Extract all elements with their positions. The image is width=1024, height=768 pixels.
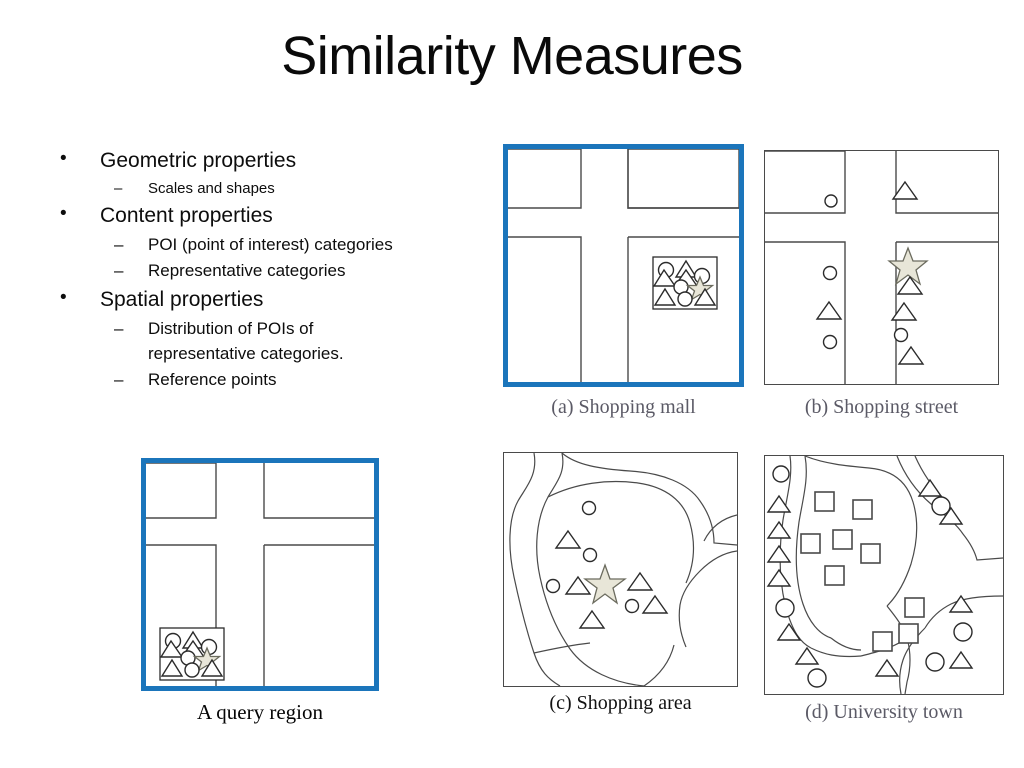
- poi-triangle: [897, 345, 925, 365]
- poi-triangle: [641, 594, 669, 614]
- poi-triangle: [578, 609, 606, 629]
- list-item-label: Spatial properties: [100, 287, 264, 311]
- dash-icon: –: [114, 235, 124, 255]
- bullet-icon: •: [60, 148, 67, 169]
- figure-a-frame: [503, 144, 744, 387]
- poi-triangle: [815, 300, 843, 320]
- figure-d-frame: [764, 455, 1004, 695]
- figure-d-caption: (d) University town: [805, 701, 963, 723]
- figure-b-frame: [764, 150, 999, 385]
- poi-square: [800, 533, 821, 554]
- list-item: – Scales and shapes: [52, 178, 472, 200]
- poi-circle: [772, 465, 790, 483]
- poi-triangle: [794, 646, 820, 665]
- poi-square: [832, 529, 853, 550]
- poi-circle: [807, 668, 827, 688]
- figure-university-town: (d) University town: [764, 455, 1004, 723]
- poi-star-reference-point: [887, 246, 929, 286]
- list-item: – Reference points: [52, 368, 472, 393]
- dash-icon: –: [114, 369, 124, 389]
- page-title: Similarity Measures: [281, 26, 743, 86]
- list-item-label: POI (point of interest) categories: [148, 235, 393, 255]
- figure-shopping-mall: (a) Shopping mall: [503, 144, 744, 418]
- poi-square: [904, 597, 925, 618]
- poi-circle: [581, 500, 597, 516]
- dash-icon: –: [114, 319, 124, 339]
- bullet-list: • Geometric properties – Scales and shap…: [52, 146, 472, 394]
- figure-b-caption: (b) Shopping street: [804, 396, 959, 418]
- figure-c-map: [509, 453, 737, 686]
- figure-query-frame: [141, 458, 379, 691]
- list-item-label: Content properties: [100, 204, 273, 228]
- poi-square: [824, 565, 845, 586]
- poi-triangle: [766, 544, 792, 563]
- list-item: – POI (point of interest) categories: [52, 233, 472, 258]
- list-item-label: Reference points: [148, 369, 277, 389]
- poi-circle: [953, 622, 973, 642]
- list-item: • Content properties: [52, 201, 472, 231]
- poi-cluster-a: [652, 256, 718, 310]
- poi-square: [860, 543, 881, 564]
- poi-triangle: [917, 478, 943, 497]
- dash-icon: –: [114, 261, 124, 281]
- poi-circle: [624, 598, 640, 614]
- list-item-label: Scales and shapes: [148, 180, 275, 198]
- bullet-icon: •: [60, 203, 67, 225]
- figure-query-region: A query region: [141, 458, 379, 724]
- list-item-label: Distribution of POIs of representative c…: [148, 319, 344, 364]
- poi-square: [852, 499, 873, 520]
- poi-circle: [824, 194, 838, 208]
- poi-circle: [822, 334, 838, 350]
- figure-query-caption: A query region: [197, 700, 323, 724]
- poi-circle: [184, 662, 200, 678]
- figure-shopping-street: (b) Shopping street: [764, 150, 999, 418]
- poi-square: [898, 623, 919, 644]
- bullet-icon: •: [60, 286, 67, 308]
- poi-square: [872, 631, 893, 652]
- list-item: • Spatial properties: [52, 285, 472, 315]
- poi-triangle: [874, 658, 900, 677]
- list-item: • Geometric properties: [52, 146, 472, 176]
- poi-circle: [775, 598, 795, 618]
- figure-shopping-area: (c) Shopping area: [503, 452, 738, 714]
- poi-circle: [677, 291, 693, 307]
- dash-icon: –: [114, 180, 123, 198]
- poi-circle: [545, 578, 561, 594]
- list-item: – Representative categories: [52, 259, 472, 284]
- poi-triangle: [766, 520, 792, 539]
- poi-cluster-query: [159, 627, 225, 681]
- poi-triangle: [776, 622, 802, 641]
- figure-d-map: [766, 456, 1003, 694]
- poi-circle: [893, 327, 909, 343]
- poi-triangle: [554, 529, 582, 549]
- poi-triangle: [948, 650, 974, 669]
- figure-c-frame: [503, 452, 738, 687]
- figure-b-map: [765, 151, 998, 384]
- poi-square: [814, 491, 835, 512]
- list-item: – Distribution of POIs of representative…: [52, 317, 398, 367]
- list-item-label: Representative categories: [148, 261, 346, 281]
- poi-triangle: [626, 571, 654, 591]
- figure-a-caption: (a) Shopping mall: [551, 396, 696, 418]
- figure-c-caption: (c) Shopping area: [549, 692, 692, 714]
- poi-star-reference-point: [583, 563, 627, 605]
- list-item-label: Geometric properties: [100, 149, 297, 172]
- poi-circle: [925, 652, 945, 672]
- poi-circle: [582, 547, 598, 563]
- poi-circle: [822, 265, 838, 281]
- poi-triangle: [766, 568, 792, 587]
